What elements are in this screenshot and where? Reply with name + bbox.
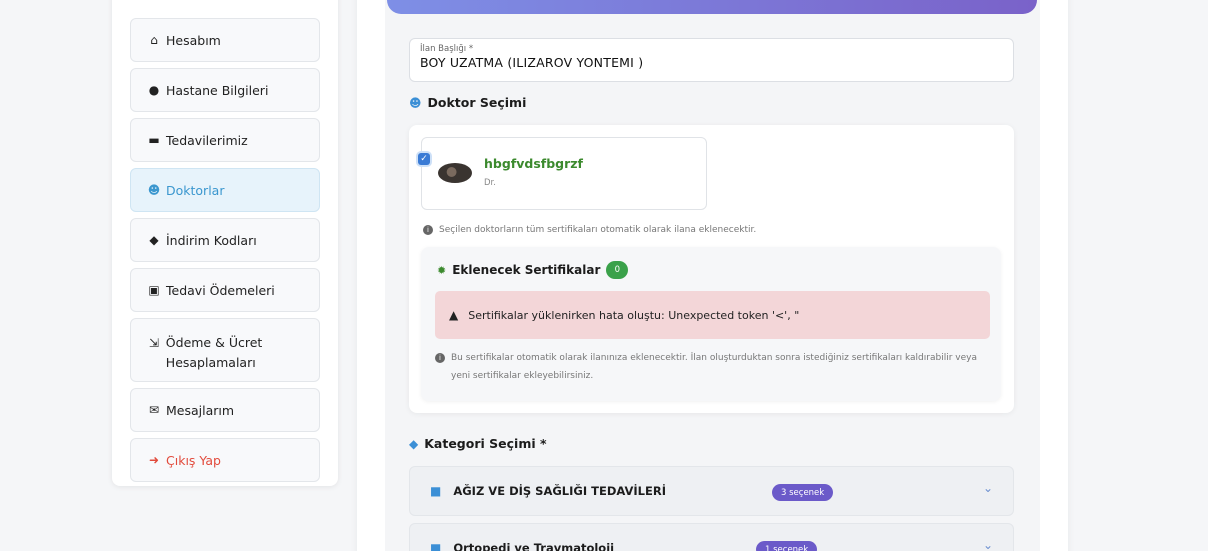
folder-icon: ■ xyxy=(430,484,442,498)
main-panel: İlan Başlığı * BOY UZATMA (ILIZAROV YONT… xyxy=(357,0,1068,551)
sidebar-item-label: Ödeme & Ücret Hesaplamaları xyxy=(165,335,263,370)
listing-title-label: İlan Başlığı * xyxy=(420,44,474,54)
chevron-down-icon[interactable]: ⌄ xyxy=(983,481,993,495)
sidebar-item-mesajlarim[interactable]: ✉ Mesajlarım xyxy=(130,388,320,432)
users-cog-icon: ● xyxy=(148,83,160,97)
doctor-icon: ☻ xyxy=(147,183,161,197)
error-alert: ▲ Sertifikalar yüklenirken hata oluştu: … xyxy=(435,291,990,339)
sidebar-item-tedavi-odemeleri[interactable]: ▣ Tedavi Ödemeleri xyxy=(130,268,320,312)
doctor-selection-heading: ☻ Doktor Seçimi xyxy=(409,95,526,110)
sidebar-item-cikis-yap[interactable]: ➜ Çıkış Yap xyxy=(130,438,320,482)
home-icon: ⌂ xyxy=(150,33,158,47)
doctor-title: Dr. xyxy=(484,178,496,188)
info-icon: i xyxy=(435,353,445,363)
doctor-note-text: Seçilen doktorların tüm sertifikaları ot… xyxy=(439,225,757,235)
sidebar-item-odeme-ucret[interactable]: ⇲ Ödeme & Ücret Hesaplamaları xyxy=(130,318,320,382)
category-name: AĞIZ VE DİŞ SAĞLIĞI TEDAVİLERİ xyxy=(453,484,666,498)
info-icon: i xyxy=(423,225,433,235)
sidebar: ⌂ Hesabım ● Hastane Bilgileri ▬ Tedavile… xyxy=(112,0,338,486)
header-bar xyxy=(387,0,1037,14)
sidebar-item-tedavilerimiz[interactable]: ▬ Tedavilerimiz xyxy=(130,118,320,162)
certificates-heading: ✹ Eklenecek Sertifikalar 0 xyxy=(437,261,629,279)
category-accordion-item[interactable]: ■ AĞIZ VE DİŞ SAĞLIĞI TEDAVİLERİ 3 seçen… xyxy=(409,466,1014,516)
options-count-badge: 3 seçenek xyxy=(772,484,834,501)
sidebar-item-label: Hastane Bilgileri xyxy=(166,82,269,98)
tag-icon: ◆ xyxy=(409,436,419,451)
briefcase-icon: ▬ xyxy=(148,133,160,147)
sidebar-item-label: Hesabım xyxy=(166,32,221,48)
options-count-badge: 1 seçenek xyxy=(756,541,818,551)
folder-icon: ■ xyxy=(430,541,442,551)
avatar xyxy=(438,163,472,183)
sign-out-icon: ➜ xyxy=(148,453,160,467)
doctor-selection-panel: ✓ hbgfvdsfbgrzf Dr. i Seçilen doktorları… xyxy=(409,125,1014,413)
money-icon: ▣ xyxy=(148,283,160,297)
category-selection-heading-text: Kategori Seçimi * xyxy=(424,436,547,451)
certificates-count-badge: 0 xyxy=(606,261,629,279)
category-accordion-item[interactable]: ■ Ortopedi ve Travmatoloji 1 seçenek ⌄ xyxy=(409,523,1014,551)
sidebar-item-hesabim[interactable]: ⌂ Hesabım xyxy=(130,18,320,62)
sidebar-item-label: Mesajlarım xyxy=(166,402,235,418)
certificates-note-text: Bu sertifikalar otomatik olarak ilanınız… xyxy=(451,353,977,381)
sidebar-item-indirim-kodlari[interactable]: ◆ İndirim Kodları xyxy=(130,218,320,262)
sidebar-item-label: Çıkış Yap xyxy=(166,452,221,468)
listing-title-input[interactable]: BOY UZATMA (ILIZAROV YONTEMI ) xyxy=(420,55,1003,70)
sidebar-item-label: Tedavi Ödemeleri xyxy=(166,282,275,298)
sidebar-item-hastane-bilgileri[interactable]: ● Hastane Bilgileri xyxy=(130,68,320,112)
doctor-icon: ☻ xyxy=(409,95,422,110)
doctor-name: hbgfvdsfbgrzf xyxy=(484,156,583,171)
category-name: Ortopedi ve Travmatoloji xyxy=(453,541,615,551)
warning-icon: ▲ xyxy=(449,308,459,322)
sidebar-item-label: Doktorlar xyxy=(166,182,225,198)
chevron-down-icon[interactable]: ⌄ xyxy=(983,538,993,551)
category-selection-heading: ◆ Kategori Seçimi * xyxy=(409,436,547,451)
envelope-icon: ✉ xyxy=(148,403,160,417)
error-alert-text: Sertifikalar yüklenirken hata oluştu: Un… xyxy=(468,308,800,322)
sidebar-item-label: Tedavilerimiz xyxy=(166,132,248,148)
sidebar-item-doktorlar[interactable]: ☻ Doktorlar xyxy=(130,168,320,212)
doctor-selection-heading-text: Doktor Seçimi xyxy=(427,95,527,110)
chart-line-icon: ⇲ xyxy=(148,336,159,350)
certificates-note: i Bu sertifikalar otomatik olarak ilanın… xyxy=(435,349,990,385)
doctor-note: i Seçilen doktorların tüm sertifikaları … xyxy=(423,221,756,239)
certificates-panel: ✹ Eklenecek Sertifikalar 0 ▲ Sertifikala… xyxy=(421,247,1001,401)
listing-title-field[interactable]: İlan Başlığı * BOY UZATMA (ILIZAROV YONT… xyxy=(409,38,1014,82)
certificate-icon: ✹ xyxy=(437,263,447,277)
certificates-heading-text: Eklenecek Sertifikalar xyxy=(452,263,601,277)
doctor-card[interactable]: ✓ hbgfvdsfbgrzf Dr. xyxy=(418,137,707,210)
doctor-checkbox[interactable]: ✓ xyxy=(418,153,430,165)
sidebar-item-label: İndirim Kodları xyxy=(166,232,257,248)
tag-icon: ◆ xyxy=(149,233,159,247)
